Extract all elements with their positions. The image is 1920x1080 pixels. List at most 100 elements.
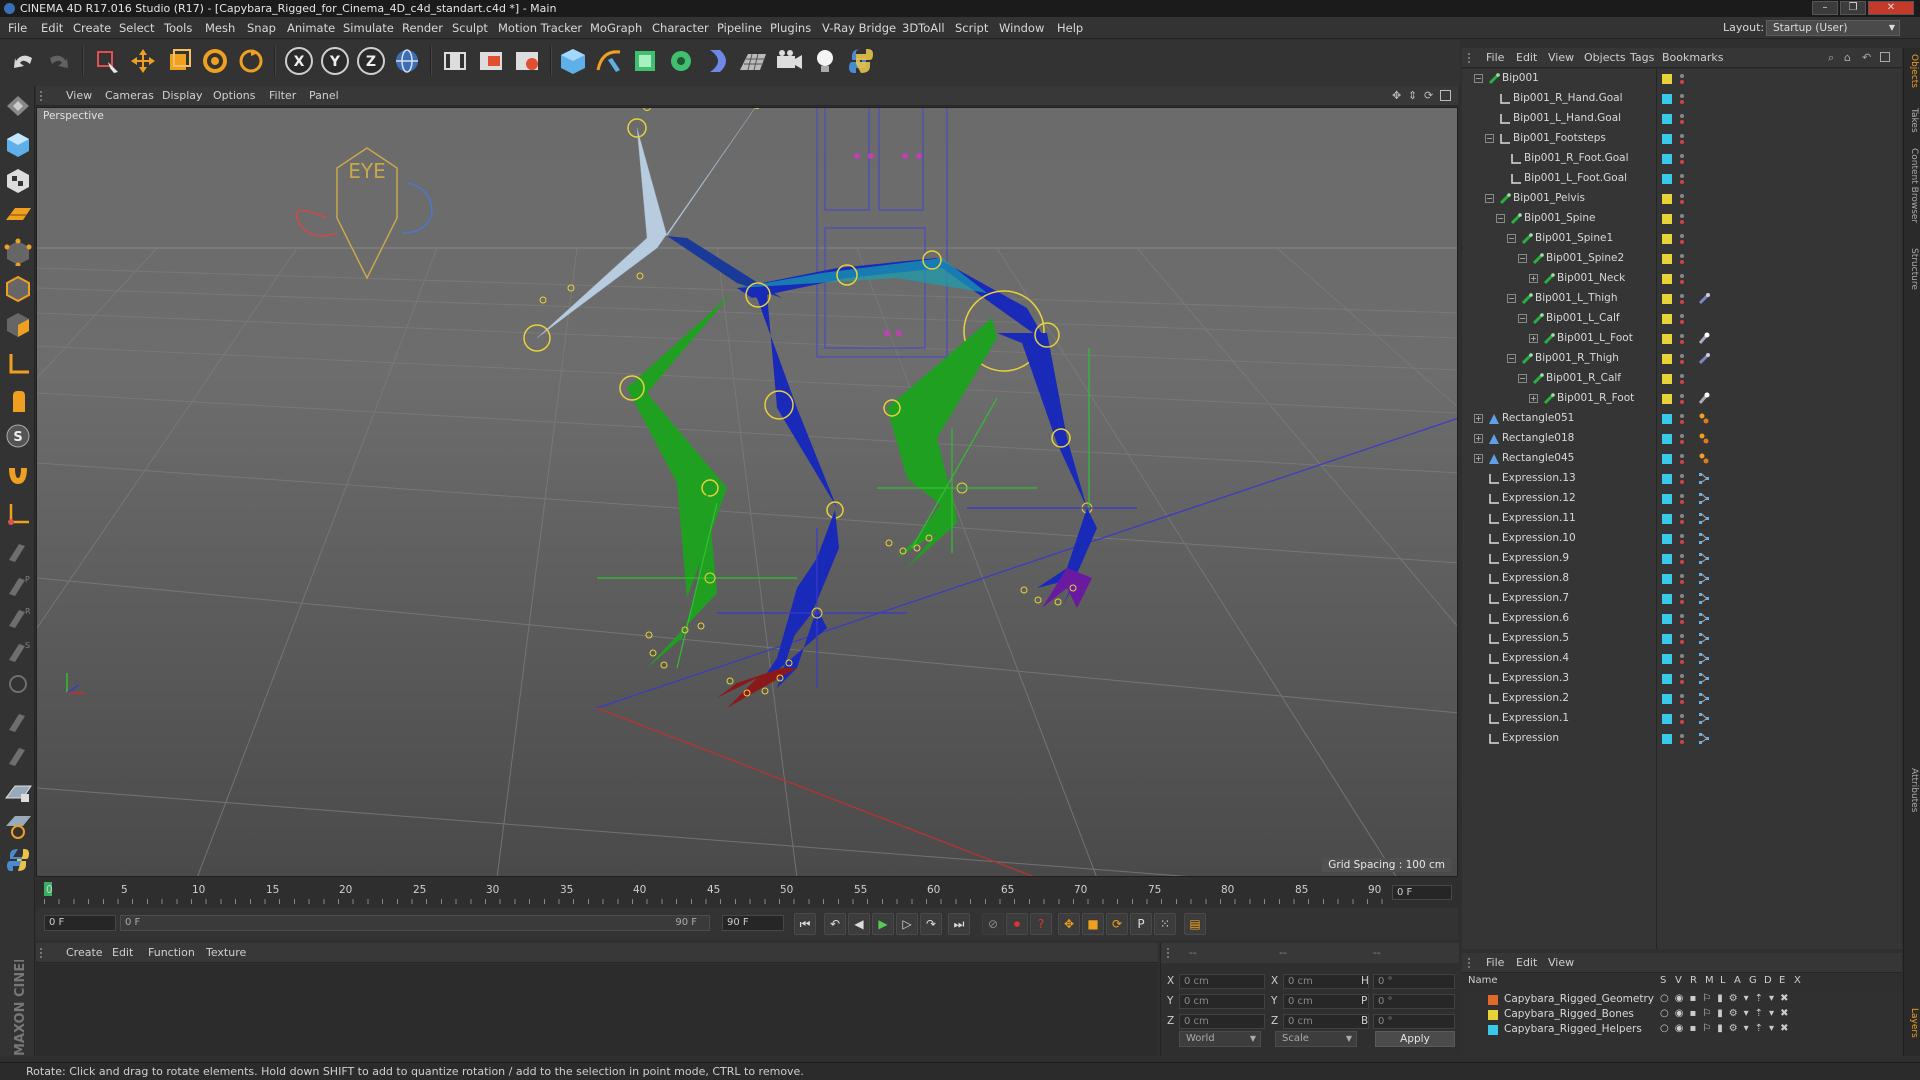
editor-visibility-dot[interactable] — [1680, 134, 1684, 138]
axis-mode-icon[interactable] — [3, 350, 33, 378]
y-axis-lock-icon[interactable]: Y — [318, 44, 352, 78]
object-row[interactable]: − Bip001_L_Calf — [1462, 309, 1902, 329]
object-row[interactable]: Bip001_R_Hand.Goal — [1462, 89, 1902, 109]
render-visibility-dot[interactable] — [1680, 200, 1684, 204]
render-visibility-dot[interactable] — [1680, 220, 1684, 224]
render-visibility-dot[interactable] — [1680, 480, 1684, 484]
menu-motion-tracker[interactable]: Motion Tracker — [498, 17, 582, 39]
object-row[interactable]: − Bip001_R_Thigh — [1462, 349, 1902, 369]
editor-visibility-dot[interactable] — [1680, 254, 1684, 258]
key-scale-icon[interactable]: ■ — [1082, 913, 1104, 935]
om-menu-view[interactable]: View — [1548, 48, 1574, 68]
render-visibility-dot[interactable] — [1680, 140, 1684, 144]
editor-visibility-dot[interactable] — [1680, 534, 1684, 538]
rot-h-field[interactable]: 0 ° — [1373, 974, 1455, 989]
editor-visibility-dot[interactable] — [1680, 354, 1684, 358]
layer-color-swatch[interactable] — [1662, 554, 1672, 564]
om-menu-tags[interactable]: Tags — [1630, 48, 1654, 68]
object-row[interactable]: Expression.7 — [1462, 589, 1902, 609]
xpresso-tag-icon[interactable] — [1698, 492, 1710, 505]
viewport-menu-panel[interactable]: Panel — [309, 86, 339, 106]
om-menu-file[interactable]: File — [1486, 48, 1504, 68]
menu-select[interactable]: Select — [119, 17, 154, 39]
render-visibility-dot[interactable] — [1680, 240, 1684, 244]
layer-row[interactable]: Capybara_Rigged_Helpers ○◉▪⚐▮⚙▾⇡▾✖ — [1462, 1022, 1902, 1037]
lm-menu-view[interactable]: View — [1548, 953, 1574, 973]
recent-tool-icon[interactable] — [234, 44, 268, 78]
knife-brush-icon[interactable] — [3, 740, 33, 768]
perspective-viewport[interactable]: Perspective EYE Grid Spacing: 100 cm — [36, 107, 1458, 877]
layer-color-swatch[interactable] — [1662, 374, 1672, 384]
previous-key-icon[interactable]: ↶ — [824, 913, 846, 935]
python-console-icon[interactable] — [3, 846, 33, 874]
next-frame-icon[interactable]: ▷ — [896, 913, 918, 935]
editor-visibility-dot[interactable] — [1680, 214, 1684, 218]
menu-tools[interactable]: Tools — [164, 17, 192, 39]
editor-visibility-dot[interactable] — [1680, 654, 1684, 658]
editor-visibility-dot[interactable] — [1680, 294, 1684, 298]
object-row[interactable]: − Bip001_Spine — [1462, 209, 1902, 229]
object-row[interactable]: − Bip001 — [1462, 69, 1902, 89]
layer-color-swatch[interactable] — [1662, 454, 1672, 464]
object-row[interactable]: Bip001_L_Foot.Goal — [1462, 169, 1902, 189]
object-row[interactable]: − Bip001_L_Thigh — [1462, 289, 1902, 309]
light-icon[interactable] — [808, 44, 842, 78]
object-row[interactable]: + Rectangle018 — [1462, 429, 1902, 449]
layer-color-swatch[interactable] — [1662, 694, 1672, 704]
object-row[interactable]: Expression.2 — [1462, 689, 1902, 709]
editor-visibility-dot[interactable] — [1680, 334, 1684, 338]
render-visibility-dot[interactable] — [1680, 260, 1684, 264]
render-visibility-dot[interactable] — [1680, 320, 1684, 324]
render-visibility-dot[interactable] — [1680, 120, 1684, 124]
render-visibility-dot[interactable] — [1680, 280, 1684, 284]
object-row[interactable]: Expression.6 — [1462, 609, 1902, 629]
tab-objects[interactable]: Objects — [1906, 54, 1919, 88]
menu-sculpt[interactable]: Sculpt — [452, 17, 488, 39]
xpresso-tag-icon[interactable] — [1698, 512, 1710, 525]
xpresso-tag-icon[interactable] — [1698, 612, 1710, 625]
render-visibility-dot[interactable] — [1680, 420, 1684, 424]
editor-visibility-dot[interactable] — [1680, 414, 1684, 418]
previous-frame-icon[interactable]: ◀ — [848, 913, 870, 935]
coordinate-space-dropdown[interactable]: World ▼ — [1179, 1031, 1261, 1047]
axis-lock-icon[interactable] — [3, 500, 33, 528]
editor-visibility-dot[interactable] — [1680, 734, 1684, 738]
spline-pen-icon[interactable] — [592, 44, 626, 78]
layer-color-swatch[interactable] — [1662, 474, 1672, 484]
collapse-icon[interactable]: − — [1507, 294, 1516, 303]
object-row[interactable]: + Bip001_L_Foot — [1462, 329, 1902, 349]
subdivision-surface-icon[interactable] — [628, 44, 662, 78]
editor-visibility-dot[interactable] — [1680, 274, 1684, 278]
editor-visibility-dot[interactable] — [1680, 94, 1684, 98]
om-menu-edit[interactable]: Edit — [1516, 48, 1537, 68]
menu-3dtoall[interactable]: 3DToAll — [902, 17, 945, 39]
key-position-icon[interactable]: ✥ — [1058, 913, 1080, 935]
menu-snap[interactable]: Snap — [247, 17, 276, 39]
layer-color-swatch[interactable] — [1662, 74, 1672, 84]
editor-visibility-dot[interactable] — [1680, 314, 1684, 318]
menu-help[interactable]: Help — [1057, 17, 1083, 39]
render-visibility-dot[interactable] — [1680, 380, 1684, 384]
size-y-field[interactable]: 0 cm — [1283, 994, 1369, 1009]
pos-x-field[interactable]: 0 cm — [1179, 974, 1265, 989]
layer-color-swatch[interactable] — [1662, 674, 1672, 684]
collapse-icon[interactable]: − — [1518, 254, 1527, 263]
viewport-menu-options[interactable]: Options — [213, 86, 255, 106]
xpresso-tag-icon[interactable] — [1698, 572, 1710, 585]
layer-color-swatch[interactable] — [1662, 274, 1672, 284]
lm-menu-edit[interactable]: Edit — [1516, 953, 1537, 973]
grab-brush-icon[interactable] — [3, 670, 33, 698]
maximize-button[interactable]: ❐ — [1840, 1, 1866, 15]
render-visibility-dot[interactable] — [1680, 300, 1684, 304]
editor-visibility-dot[interactable] — [1680, 114, 1684, 118]
ik-goal-tag-icon[interactable] — [1698, 392, 1710, 405]
layer-color-swatch[interactable] — [1662, 334, 1672, 344]
expand-icon[interactable]: + — [1529, 394, 1538, 403]
rot-b-field[interactable]: 0 ° — [1373, 1014, 1455, 1029]
menu-mograph[interactable]: MoGraph — [590, 17, 642, 39]
size-mode-dropdown[interactable]: Scale ▼ — [1275, 1031, 1357, 1047]
menu-edit[interactable]: Edit — [41, 17, 63, 39]
texture-mode-icon[interactable] — [3, 166, 33, 194]
menu-file[interactable]: File — [8, 17, 27, 39]
hind-legs[interactable] — [877, 318, 1137, 608]
